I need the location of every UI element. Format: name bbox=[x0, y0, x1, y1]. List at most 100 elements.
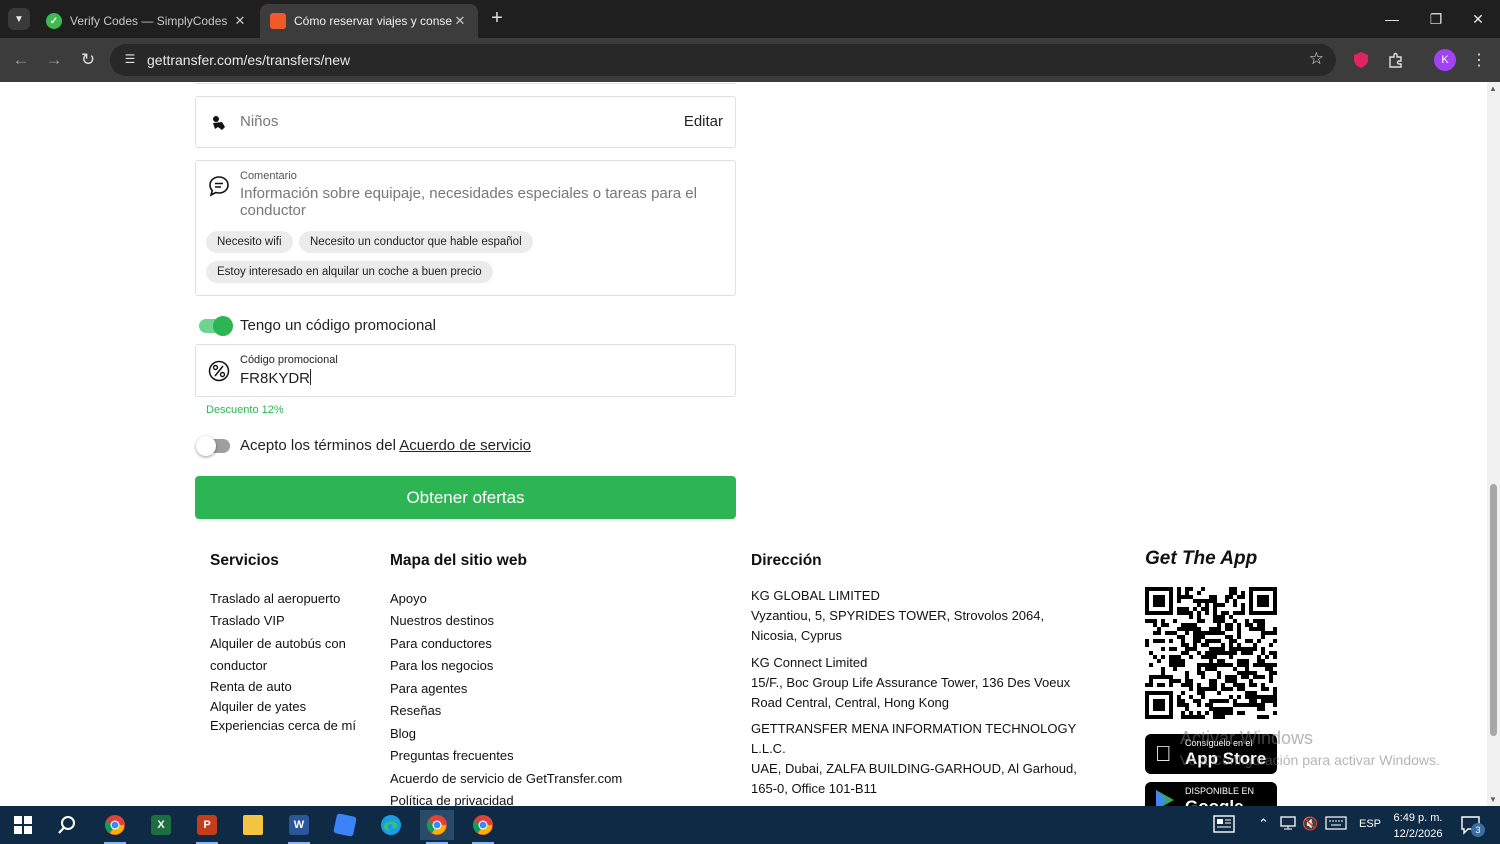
services-link[interactable]: Traslado VIP bbox=[210, 613, 285, 628]
address-block-cyprus: KG GLOBAL LIMITED Vyzantiou, 5, SPYRIDES… bbox=[751, 586, 1091, 646]
chip-wifi[interactable]: Necesito wifi bbox=[206, 231, 293, 253]
chrome-icon[interactable] bbox=[466, 810, 500, 844]
file-explorer-icon[interactable] bbox=[236, 810, 270, 840]
get-offers-button[interactable]: Obtener ofertas bbox=[195, 476, 736, 519]
services-link[interactable]: Experiencias cerca de mí bbox=[210, 718, 356, 733]
news-widget-icon[interactable] bbox=[1213, 815, 1235, 836]
address-line: 15/F., Boc Group Life Assurance Tower, 1… bbox=[751, 675, 1071, 690]
sitemap-heading: Mapa del sitio web bbox=[390, 552, 527, 569]
apple-icon:  bbox=[1155, 741, 1172, 767]
children-row[interactable]: Niños Editar bbox=[195, 96, 736, 148]
sitemap-link[interactable]: Política de privacidad bbox=[390, 793, 514, 806]
tab-title: Cómo reservar viajes y consegu bbox=[294, 14, 452, 28]
scroll-up-icon[interactable]: ▲ bbox=[1489, 84, 1497, 93]
close-icon[interactable]: ✕ bbox=[452, 13, 468, 29]
address-block-hongkong: KG Connect Limited 15/F., Boc Group Life… bbox=[751, 653, 1091, 713]
promo-code-input[interactable]: FR8KYDR bbox=[240, 369, 312, 387]
qr-code bbox=[1145, 587, 1277, 719]
sitemap-link[interactable]: Nuestros destinos bbox=[390, 613, 494, 628]
keyboard-icon[interactable] bbox=[1325, 816, 1347, 833]
excel-icon[interactable]: X bbox=[144, 810, 178, 840]
services-link[interactable]: Alquiler de yates bbox=[210, 699, 306, 714]
scroll-down-icon[interactable]: ▼ bbox=[1489, 795, 1497, 804]
services-link[interactable]: Renta de auto bbox=[210, 679, 292, 694]
profile-avatar[interactable]: K bbox=[1434, 49, 1456, 71]
plus-icon[interactable]: + bbox=[486, 8, 508, 30]
address-line: UAE, Dubai, ZALFA BUILDING-GARHOUD, Al G… bbox=[751, 761, 1077, 776]
roblox-icon[interactable] bbox=[328, 810, 362, 840]
comment-placeholder[interactable]: Información sobre equipaje, necesidades … bbox=[240, 185, 720, 219]
sitemap-link[interactable]: Para agentes bbox=[390, 681, 467, 696]
star-icon[interactable]: ☆ bbox=[1309, 49, 1324, 69]
address-line: KG Connect Limited bbox=[751, 655, 868, 670]
promo-code-field[interactable]: Código promocional FR8KYDR bbox=[195, 344, 736, 397]
address-line: KG GLOBAL LIMITED bbox=[751, 588, 880, 603]
restore-icon[interactable]: ❐ bbox=[1414, 0, 1458, 38]
google-play-badge[interactable]: DISPONIBLE EN Google Play bbox=[1145, 782, 1277, 806]
chip-spanish-driver[interactable]: Necesito un conductor que hable español bbox=[299, 231, 533, 253]
arrow-left-icon[interactable]: ← bbox=[9, 48, 33, 72]
page-scrollbar[interactable]: ▲ ▼ bbox=[1487, 82, 1500, 806]
notifications-icon[interactable]: 3 bbox=[1460, 815, 1485, 838]
comment-box[interactable]: Comentario Información sobre equipaje, n… bbox=[195, 160, 736, 296]
chrome-icon[interactable] bbox=[420, 810, 454, 844]
arrow-right-icon[interactable]: → bbox=[42, 48, 66, 72]
close-icon[interactable]: ✕ bbox=[232, 13, 248, 29]
services-link[interactable]: conductor bbox=[210, 658, 267, 673]
chip-car-rental[interactable]: Estoy interesado en alquilar un coche a … bbox=[206, 261, 493, 283]
puzzle-icon[interactable] bbox=[1385, 49, 1407, 71]
get-the-app-heading: Get The App bbox=[1145, 548, 1258, 569]
gettransfer-favicon-icon bbox=[270, 13, 286, 29]
sitemap-link[interactable]: Apoyo bbox=[390, 591, 427, 606]
address-bar[interactable]: ☰ gettransfer.com/es/transfers/new ☆ bbox=[110, 44, 1336, 76]
start-icon[interactable] bbox=[6, 810, 40, 840]
tab-gettransfer[interactable]: Cómo reservar viajes y consegu ✕ bbox=[260, 4, 478, 38]
tab-title: Verify Codes — SimplyCodes bbox=[70, 14, 228, 28]
promo-toggle[interactable] bbox=[199, 316, 233, 336]
services-link[interactable]: Alquiler de autobús con bbox=[210, 636, 346, 651]
chrome-icon[interactable] bbox=[98, 810, 132, 844]
services-heading: Servicios bbox=[210, 552, 279, 569]
sitemap-link[interactable]: Reseñas bbox=[390, 703, 441, 718]
address-line: L.L.C. bbox=[751, 741, 786, 756]
scrollbar-thumb[interactable] bbox=[1490, 484, 1497, 736]
baby-icon bbox=[208, 112, 230, 134]
promo-code-value: FR8KYDR bbox=[240, 370, 311, 387]
sitemap-link[interactable]: Preguntas frecuentes bbox=[390, 748, 514, 763]
reload-icon[interactable]: ↻ bbox=[76, 48, 100, 72]
shield-extension-icon[interactable] bbox=[1350, 49, 1372, 71]
discount-text: Descuento 12% bbox=[206, 404, 284, 416]
sitemap-link[interactable]: Para los negocios bbox=[390, 658, 493, 673]
kebab-icon[interactable]: ⋮ bbox=[1468, 49, 1490, 71]
clock[interactable]: 6:49 p. m. 12/2/2026 bbox=[1390, 810, 1446, 842]
sitemap-link[interactable]: Para conductores bbox=[390, 636, 492, 651]
chevron-down-icon[interactable]: ▼ bbox=[8, 8, 30, 30]
edge-icon[interactable] bbox=[374, 810, 408, 840]
tune-icon[interactable]: ☰ bbox=[122, 52, 138, 68]
address-block-dubai: GETTRANSFER MENA INFORMATION TECHNOLOGY … bbox=[751, 719, 1091, 799]
minimize-icon[interactable]: — bbox=[1370, 0, 1414, 38]
network-icon[interactable] bbox=[1280, 816, 1296, 833]
sitemap-link[interactable]: Blog bbox=[390, 726, 416, 741]
powerpoint-icon[interactable]: P bbox=[190, 810, 224, 844]
services-link[interactable]: Traslado al aeropuerto bbox=[210, 591, 340, 606]
chevron-up-icon[interactable]: ⌃ bbox=[1258, 816, 1269, 832]
browser-toolbar: ← → ↻ ☰ gettransfer.com/es/transfers/new… bbox=[0, 38, 1500, 82]
terms-toggle[interactable] bbox=[196, 436, 230, 456]
window-close-icon[interactable]: ✕ bbox=[1456, 0, 1500, 38]
toggle-knob bbox=[213, 316, 233, 336]
language-indicator[interactable]: ESP bbox=[1359, 818, 1381, 830]
search-icon[interactable] bbox=[50, 810, 84, 840]
tab-verify-codes[interactable]: ✓ Verify Codes — SimplyCodes ✕ bbox=[36, 4, 258, 38]
volume-muted-icon[interactable]: 🔇 bbox=[1302, 816, 1318, 832]
windows-activation-title: Activar Windows bbox=[1180, 728, 1314, 748]
url-text[interactable]: gettransfer.com/es/transfers/new bbox=[147, 52, 350, 68]
address-line: 165-0, Office 101-B11 bbox=[751, 781, 877, 796]
page-content: Niños Editar Comentario Información sobr… bbox=[0, 82, 1487, 806]
edit-children-button[interactable]: Editar bbox=[684, 113, 723, 130]
word-icon[interactable]: W bbox=[282, 810, 316, 844]
clock-date: 12/2/2026 bbox=[1393, 828, 1443, 840]
sitemap-link[interactable]: Acuerdo de servicio de GetTransfer.com bbox=[390, 771, 622, 786]
chat-bubble-icon bbox=[208, 175, 230, 197]
service-agreement-link[interactable]: Acuerdo de servicio bbox=[399, 437, 531, 454]
